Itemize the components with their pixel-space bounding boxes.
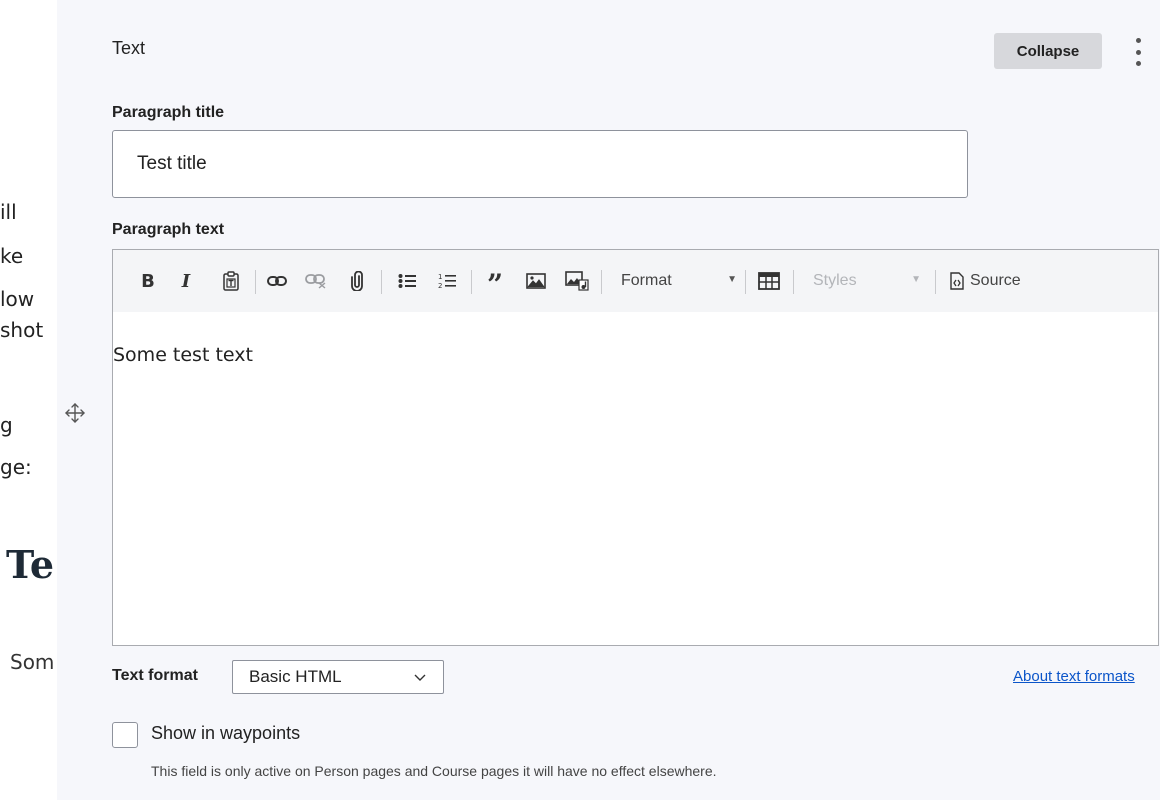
svg-text:2: 2 xyxy=(438,282,442,290)
toolbar-separator xyxy=(745,270,746,294)
caret-down-icon: ▼ xyxy=(911,274,921,285)
toolbar-separator xyxy=(255,270,256,294)
paragraph-text-label: Paragraph text xyxy=(112,221,225,238)
blockquote-icon[interactable]: ” xyxy=(482,267,508,299)
paragraph-title-label: Paragraph title xyxy=(112,104,225,121)
chevron-down-icon xyxy=(414,674,426,681)
media-icon[interactable] xyxy=(563,267,591,295)
numbered-list-icon[interactable]: 12 xyxy=(435,267,459,295)
background-page: ill ke low shot g ge: Te Som xyxy=(0,0,57,800)
editor-toolbar: B I 12 ” Format ▼ Styles ▼ Source xyxy=(113,250,1158,312)
background-text-line: ke xyxy=(0,244,24,268)
show-in-waypoints-checkbox[interactable] xyxy=(112,722,138,748)
text-format-label: Text format xyxy=(112,667,198,684)
table-icon[interactable] xyxy=(755,267,783,295)
background-text-line: low xyxy=(0,287,35,311)
caret-down-icon: ▼ xyxy=(727,274,737,285)
toolbar-separator xyxy=(471,270,472,294)
background-text-line: ge: xyxy=(0,455,32,479)
toolbar-separator xyxy=(601,270,602,294)
kebab-menu-icon[interactable] xyxy=(1129,36,1147,68)
toolbar-separator xyxy=(381,270,382,294)
italic-icon[interactable]: I xyxy=(175,267,197,295)
styles-dropdown-label: Styles xyxy=(813,272,857,289)
toolbar-separator xyxy=(793,270,794,294)
bulleted-list-icon[interactable] xyxy=(395,267,419,295)
text-format-selected: Basic HTML xyxy=(249,667,342,686)
svg-text:1: 1 xyxy=(438,273,442,281)
background-text-line: ill xyxy=(0,200,17,224)
image-icon[interactable] xyxy=(523,267,549,295)
paste-text-icon[interactable] xyxy=(219,267,243,295)
rich-text-editor: B I 12 ” Format ▼ Styles ▼ Source Some t… xyxy=(112,249,1159,646)
text-format-select[interactable]: Basic HTML xyxy=(232,660,444,694)
format-dropdown[interactable]: Format ▼ xyxy=(621,267,737,295)
source-button[interactable]: Source xyxy=(949,267,1033,295)
show-in-waypoints-label[interactable]: Show in waypoints xyxy=(151,723,300,744)
styles-dropdown[interactable]: Styles ▼ xyxy=(813,267,921,295)
collapse-button[interactable]: Collapse xyxy=(994,33,1102,69)
paragraph-title-input[interactable] xyxy=(112,130,968,198)
background-text-line: g xyxy=(0,413,13,437)
link-icon[interactable] xyxy=(264,267,290,295)
background-heading: Te xyxy=(6,542,55,587)
toolbar-separator xyxy=(935,270,936,294)
format-dropdown-label: Format xyxy=(621,272,672,289)
paragraph-type-label: Text xyxy=(112,38,146,58)
source-icon xyxy=(950,272,964,290)
move-handle-icon[interactable] xyxy=(60,398,90,428)
waypoints-help-text: This field is only active on Person page… xyxy=(151,763,717,779)
editor-content-area[interactable]: Some test text xyxy=(113,344,253,366)
unlink-icon[interactable] xyxy=(303,267,329,295)
about-text-formats-link[interactable]: About text formats xyxy=(1013,668,1135,685)
bold-icon[interactable]: B xyxy=(137,267,159,295)
attachment-icon[interactable] xyxy=(347,267,367,295)
background-text-line: shot xyxy=(0,318,44,342)
background-body-text: Som xyxy=(10,650,55,674)
source-label: Source xyxy=(970,272,1021,289)
